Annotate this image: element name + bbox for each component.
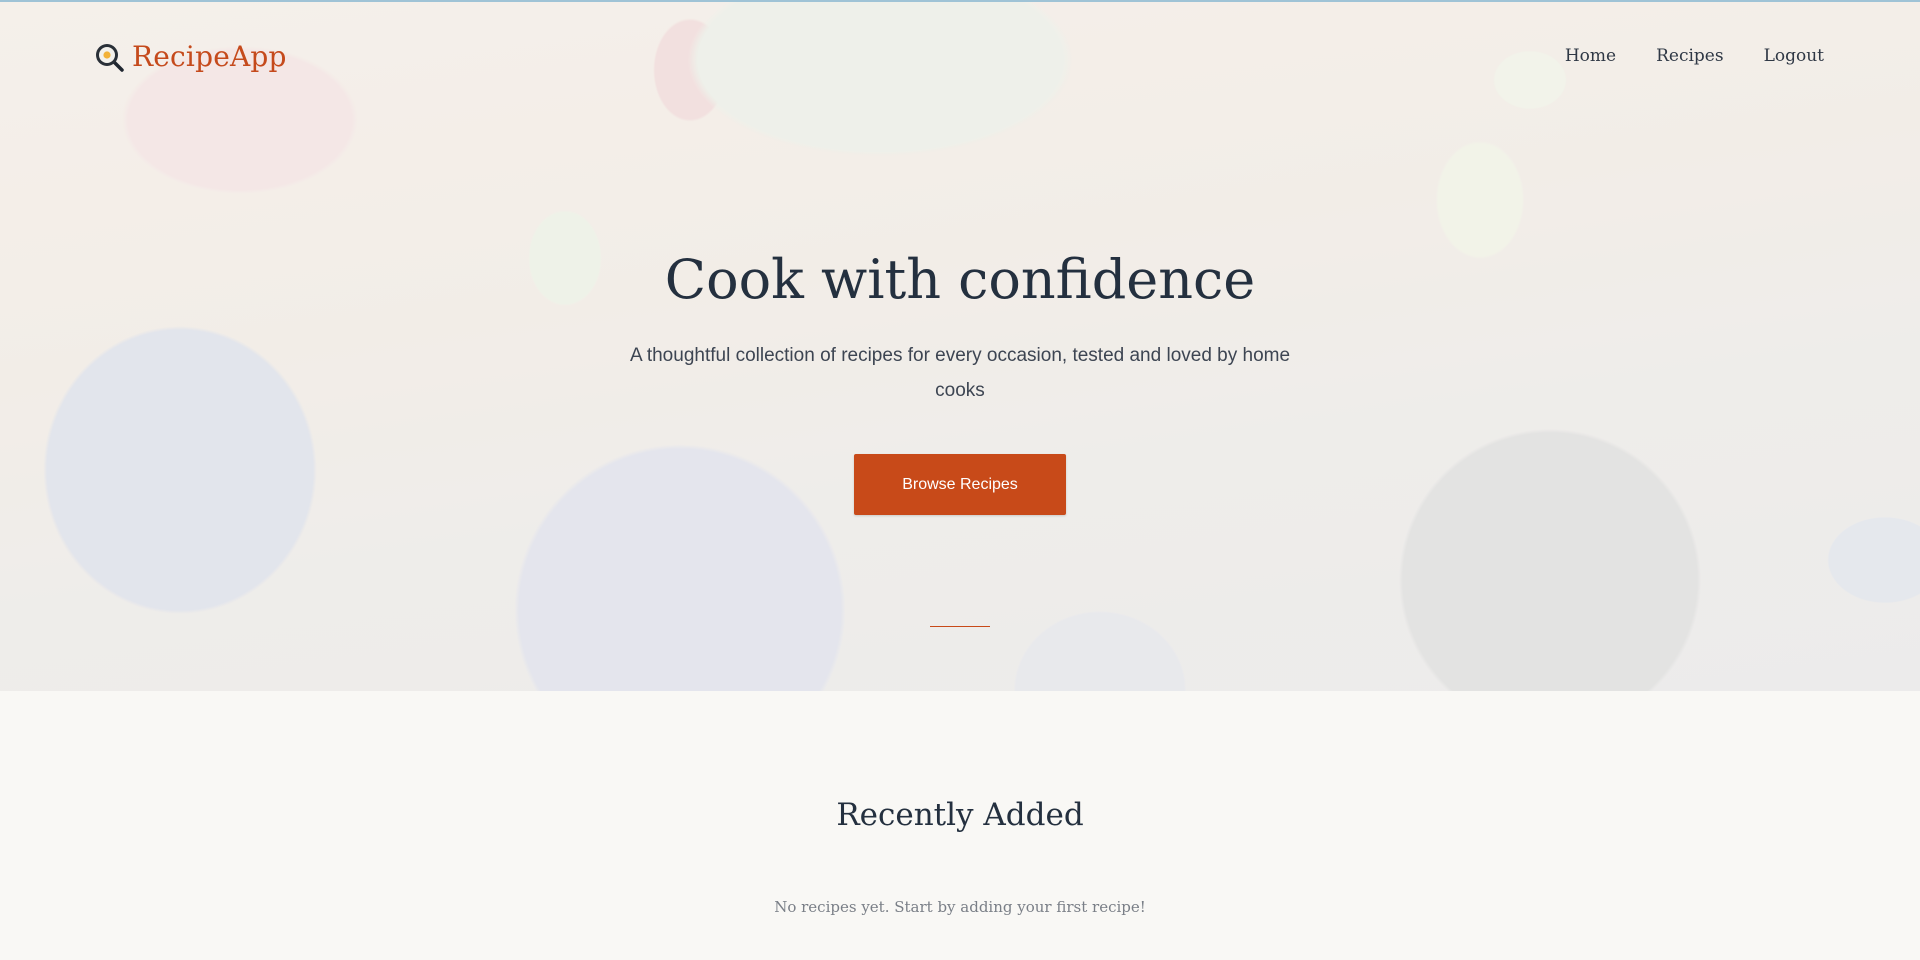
browse-recipes-button[interactable]: Browse Recipes xyxy=(854,454,1066,515)
empty-state-message: No recipes yet. Start by adding your fir… xyxy=(774,898,1146,916)
frying-pan-egg-icon xyxy=(96,43,124,72)
hero-subtitle: A thoughtful collection of recipes for e… xyxy=(629,345,1291,401)
nav-link-recipes[interactable]: Recipes xyxy=(1656,46,1724,66)
hero-section: RecipeApp Home Recipes Logout Cook with … xyxy=(0,0,1920,691)
top-border xyxy=(0,0,1920,2)
hero-title: Cook with confidence xyxy=(664,248,1256,311)
recently-added-heading: Recently Added xyxy=(836,797,1084,833)
nav-links: Home Recipes Logout xyxy=(1565,46,1824,66)
nav-link-home[interactable]: Home xyxy=(1565,46,1616,66)
main-navbar: RecipeApp Home Recipes Logout xyxy=(0,0,1920,120)
brand-name: RecipeApp xyxy=(132,40,287,73)
brand-logo-link[interactable]: RecipeApp xyxy=(94,40,287,73)
nav-link-logout[interactable]: Logout xyxy=(1764,46,1824,66)
hero-divider xyxy=(930,626,990,627)
